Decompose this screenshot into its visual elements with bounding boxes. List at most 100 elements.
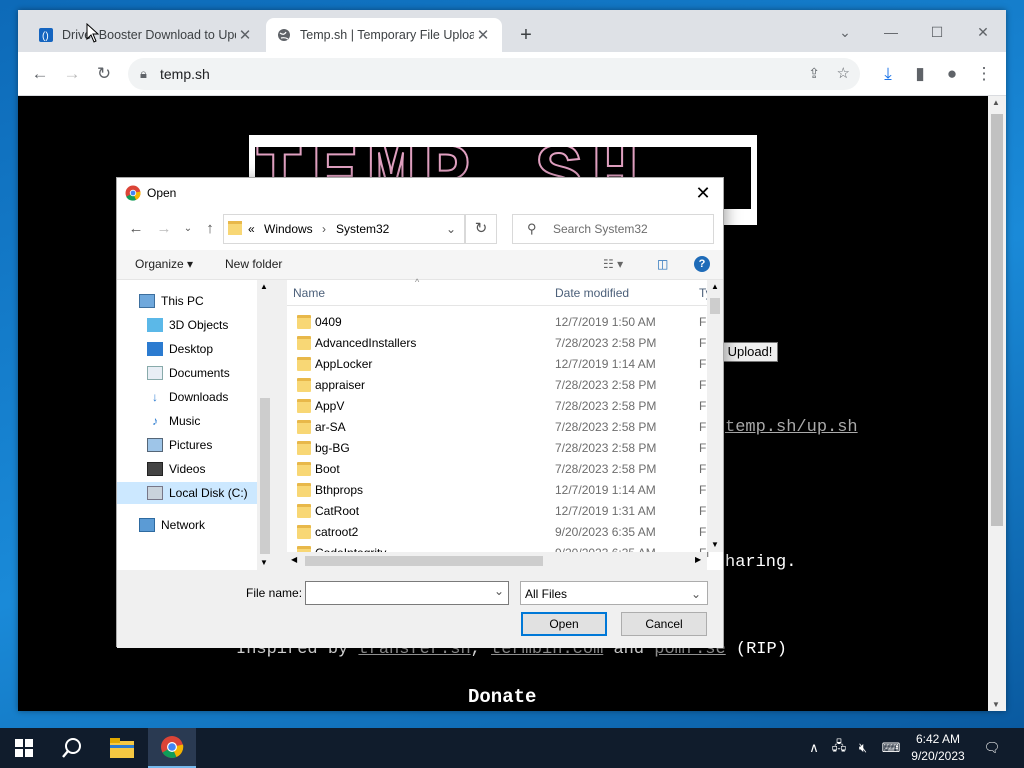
- back-icon[interactable]: ←: [28, 62, 52, 86]
- dialog-close-button[interactable]: ✕: [689, 180, 717, 206]
- file-scroll-thumb[interactable]: [710, 298, 720, 314]
- scrollbar-thumb[interactable]: [991, 114, 1003, 526]
- start-button[interactable]: [0, 728, 48, 768]
- new-folder-button[interactable]: New folder: [225, 257, 282, 271]
- file-name-input[interactable]: ⌄: [305, 581, 509, 605]
- breadcrumb-overflow[interactable]: «: [248, 222, 255, 236]
- scroll-up-icon[interactable]: ▲: [711, 282, 719, 291]
- driver-booster-icon: (): [38, 27, 54, 43]
- 3d-objects-icon: [147, 318, 163, 332]
- open-button[interactable]: Open: [521, 612, 607, 636]
- clock-time: 6:42 AM: [915, 732, 961, 746]
- scroll-down-icon[interactable]: ▼: [260, 558, 268, 567]
- close-window-button[interactable]: ✕: [960, 18, 1006, 46]
- share-icon[interactable]: ⇪: [808, 65, 820, 82]
- breadcrumb-address-bar[interactable]: « Windows › System32 ⌄: [223, 214, 465, 244]
- upload-button[interactable]: Upload!: [722, 342, 778, 362]
- file-type-filter[interactable]: All Files ⌄: [520, 581, 708, 605]
- menu-kebab-icon[interactable]: ⋮: [972, 62, 996, 86]
- nav-downloads[interactable]: ↓ Downloads: [147, 386, 228, 408]
- column-name[interactable]: Name: [293, 286, 325, 300]
- search-box[interactable]: ⚲ Search System32: [512, 214, 714, 244]
- inspired-suffix: (RIP): [735, 640, 787, 659]
- show-hidden-icons-chevron[interactable]: ∧: [804, 728, 824, 768]
- file-row[interactable]: AdvancedInstallers 7/28/2023 2:58 PM Fi: [287, 333, 709, 354]
- donate-heading[interactable]: Donate: [468, 686, 536, 708]
- network-status-icon[interactable]: 🖧︎: [828, 728, 850, 768]
- downloads-icon[interactable]: ⤓: [876, 62, 900, 86]
- nav-pane-scrollbar[interactable]: ▲ ▼: [257, 280, 273, 570]
- new-tab-button[interactable]: +: [514, 24, 538, 48]
- back-arrow-icon[interactable]: ←: [127, 220, 145, 237]
- bookmark-star-icon[interactable]: ☆: [837, 64, 850, 82]
- nav-videos[interactable]: Videos: [147, 458, 205, 480]
- hscroll-thumb[interactable]: [305, 556, 543, 566]
- nav-3d-objects[interactable]: 3D Objects: [147, 314, 228, 336]
- forward-arrow-icon[interactable]: →: [155, 220, 173, 237]
- file-row[interactable]: Bthprops 12/7/2019 1:14 AM Fi: [287, 480, 709, 501]
- maximize-button[interactable]: ☐: [914, 18, 960, 46]
- help-icon[interactable]: ?: [694, 256, 710, 272]
- file-row[interactable]: ar-SA 7/28/2023 2:58 PM Fi: [287, 417, 709, 438]
- file-row[interactable]: catroot2 9/20/2023 6:35 AM Fi: [287, 522, 709, 543]
- cancel-button[interactable]: Cancel: [621, 612, 707, 636]
- tab-search-icon[interactable]: ⌄: [822, 18, 868, 46]
- side-panel-icon[interactable]: ▮: [908, 62, 932, 86]
- up-arrow-icon[interactable]: ↑: [201, 220, 219, 237]
- taskbar-clock[interactable]: 6:42 AM 9/20/2023: [900, 731, 976, 765]
- address-dropdown-icon[interactable]: ⌄: [446, 222, 456, 236]
- nav-documents[interactable]: Documents: [147, 362, 230, 384]
- view-options-icon[interactable]: ☷ ▾: [603, 257, 623, 271]
- tab-temp-sh[interactable]: Temp.sh | Temporary File Upload ✕: [266, 18, 502, 52]
- nav-network[interactable]: Network: [139, 514, 205, 536]
- breadcrumb-system32[interactable]: System32: [336, 222, 389, 236]
- scroll-up-icon[interactable]: ▲: [992, 98, 1000, 107]
- tab-close-icon[interactable]: ✕: [236, 26, 254, 44]
- nav-this-pc[interactable]: This PC: [139, 290, 204, 312]
- minimize-button[interactable]: —: [868, 18, 914, 46]
- file-name-dropdown-icon[interactable]: ⌄: [494, 584, 504, 598]
- nav-desktop[interactable]: Desktop: [147, 338, 213, 360]
- file-name: Bthprops: [315, 483, 364, 497]
- taskbar-chrome-icon[interactable]: [148, 728, 196, 768]
- forward-icon[interactable]: →: [60, 62, 84, 86]
- recent-locations-icon[interactable]: ⌄: [179, 223, 197, 234]
- file-date: 12/7/2019 1:14 AM: [555, 483, 656, 497]
- taskbar-search-icon[interactable]: [48, 728, 96, 768]
- file-row[interactable]: AppV 7/28/2023 2:58 PM Fi: [287, 396, 709, 417]
- file-list-vscroll[interactable]: ▲ ▼: [707, 280, 723, 552]
- clock-date: 9/20/2023: [911, 749, 965, 763]
- file-explorer-icon[interactable]: [98, 728, 146, 768]
- scroll-down-icon[interactable]: ▼: [711, 540, 719, 549]
- file-row[interactable]: appraiser 7/28/2023 2:58 PM Fi: [287, 375, 709, 396]
- nav-music[interactable]: ♪ Music: [147, 410, 200, 432]
- breadcrumb-windows[interactable]: Windows: [264, 222, 313, 236]
- scroll-left-icon[interactable]: ◀: [291, 555, 297, 564]
- file-row[interactable]: AppLocker 12/7/2019 1:14 AM Fi: [287, 354, 709, 375]
- nav-pictures[interactable]: Pictures: [147, 434, 212, 456]
- address-bar[interactable]: 🔒︎ temp.sh ⇪ ☆: [128, 58, 860, 90]
- file-row[interactable]: CatRoot 12/7/2019 1:31 AM Fi: [287, 501, 709, 522]
- tab-driver-booster[interactable]: () Driver Booster Download to Upd ✕: [28, 18, 264, 52]
- tab-close-icon[interactable]: ✕: [474, 26, 492, 44]
- file-row[interactable]: bg-BG 7/28/2023 2:58 PM Fi: [287, 438, 709, 459]
- nav-scroll-thumb[interactable]: [260, 398, 270, 554]
- scroll-right-icon[interactable]: ▶: [695, 555, 701, 564]
- scroll-up-icon[interactable]: ▲: [260, 282, 268, 291]
- file-list-hscroll[interactable]: ◀ ▶: [287, 552, 707, 570]
- volume-muted-icon[interactable]: 🔇︎: [852, 728, 874, 768]
- refresh-icon[interactable]: ↻: [465, 214, 497, 244]
- page-scrollbar[interactable]: ▲ ▼: [988, 96, 1006, 711]
- curl-script-link[interactable]: temp.sh/up.sh: [725, 418, 858, 437]
- file-row[interactable]: 0409 12/7/2019 1:50 AM Fi: [287, 312, 709, 333]
- reload-icon[interactable]: ↻: [92, 62, 116, 86]
- file-row[interactable]: Boot 7/28/2023 2:58 PM Fi: [287, 459, 709, 480]
- nav-local-disk[interactable]: Local Disk (C:): [117, 482, 257, 504]
- scroll-down-icon[interactable]: ▼: [992, 700, 1000, 709]
- column-date-modified[interactable]: Date modified: [555, 286, 629, 300]
- file-date: 12/7/2019 1:50 AM: [555, 315, 656, 329]
- profile-avatar-icon[interactable]: ●: [940, 62, 964, 86]
- organize-button[interactable]: Organize ▾: [135, 257, 193, 271]
- preview-pane-icon[interactable]: ◫: [657, 257, 668, 271]
- notifications-icon[interactable]: 🗨︎: [980, 728, 1004, 768]
